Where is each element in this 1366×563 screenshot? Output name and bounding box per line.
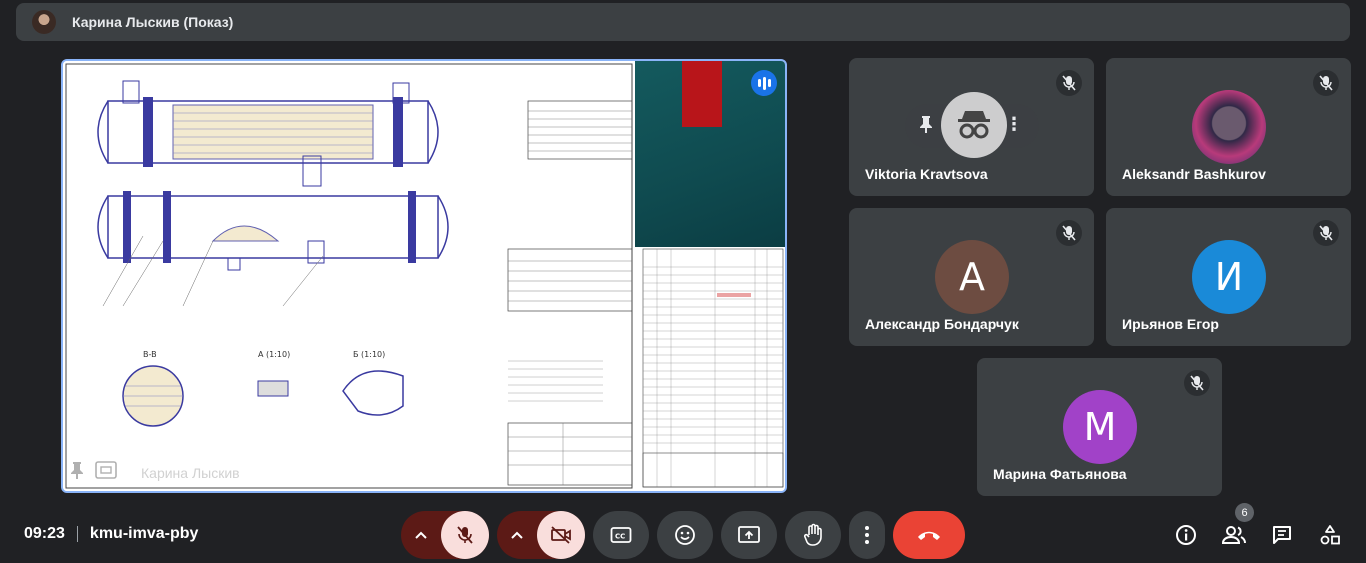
participant-initial-avatar: M	[1063, 390, 1137, 464]
presenter-name-label: Карина Лыскив	[141, 465, 240, 481]
participant-initial-avatar: И	[1192, 240, 1266, 314]
info-icon	[1176, 525, 1196, 545]
activities-icon	[1320, 525, 1340, 545]
more-options-icon[interactable]: ⋮	[1005, 114, 1023, 135]
fullscreen-icon[interactable]	[95, 461, 117, 484]
participants-count-badge: 6	[1235, 503, 1254, 522]
mic-off-icon	[1056, 70, 1082, 96]
camera-options-chevron-icon[interactable]	[497, 511, 537, 559]
presenter-title: Карина Лыскив (Показ)	[72, 14, 234, 30]
pin-icon[interactable]	[69, 461, 85, 484]
tile-hover-controls: ⋮	[905, 92, 1039, 158]
mic-off-icon	[1056, 220, 1082, 246]
divider	[76, 526, 78, 542]
participant-name: Александр Бондарчук	[865, 316, 1019, 332]
mic-off-icon	[1313, 220, 1339, 246]
meeting-details-button[interactable]	[1171, 520, 1201, 550]
chat-button[interactable]	[1267, 520, 1297, 550]
presentation-tile[interactable]: B-B A (1:10) Б (1:10) Карина Лыскив	[61, 59, 787, 493]
emoji-reactions-button[interactable]	[657, 511, 713, 559]
raise-hand-icon	[803, 523, 822, 546]
video-object	[682, 61, 722, 127]
presenter-avatar	[32, 10, 56, 34]
pin-icon[interactable]	[919, 115, 933, 138]
chat-icon	[1273, 526, 1291, 544]
clock: 09:23	[24, 525, 65, 542]
leave-call-icon	[918, 531, 940, 540]
participant-tile[interactable]: M Марина Фатьянова	[977, 358, 1222, 496]
meeting-info: 09:23 kmu-imva-pby	[24, 525, 198, 543]
participant-tile[interactable]: ⋮ Viktoria Kravtsova	[849, 58, 1094, 196]
present-icon	[738, 526, 760, 543]
participant-name: Марина Фатьянова	[993, 466, 1127, 482]
meeting-code: kmu-imva-pby	[89, 525, 199, 542]
participant-initial-avatar: A	[935, 240, 1009, 314]
svg-text:A (1:10): A (1:10)	[258, 350, 290, 359]
leave-call-button[interactable]	[893, 511, 965, 559]
specification-sheet	[635, 247, 785, 491]
presentation-tile-icons	[69, 461, 117, 484]
mic-control-group	[401, 511, 489, 559]
camera-control-group	[497, 511, 585, 559]
participant-name: Ирьянов Егор	[1122, 316, 1219, 332]
participant-photo-avatar	[1192, 90, 1266, 164]
anonymous-avatar-icon	[941, 92, 1007, 158]
present-screen-button[interactable]	[721, 511, 777, 559]
activities-button[interactable]	[1315, 520, 1345, 550]
people-button[interactable]	[1219, 520, 1249, 550]
svg-text:CC: CC	[615, 533, 625, 541]
mic-options-chevron-icon[interactable]	[401, 511, 441, 559]
mic-off-icon	[1313, 70, 1339, 96]
captions-icon: CC	[610, 527, 632, 543]
speaking-indicator-icon	[751, 70, 777, 96]
mic-off-icon	[1184, 370, 1210, 396]
svg-text:B-B: B-B	[143, 350, 157, 359]
participant-name: Viktoria Kravtsova	[865, 166, 988, 182]
participant-tile[interactable]: И Ирьянов Егор	[1106, 208, 1351, 346]
people-icon	[1221, 526, 1246, 544]
presenter-bar: Карина Лыскив (Показ)	[16, 3, 1350, 41]
participant-tile[interactable]: A Александр Бондарчук	[849, 208, 1094, 346]
engineering-drawing: B-B A (1:10) Б (1:10)	[63, 61, 635, 491]
captions-button[interactable]: CC	[593, 511, 649, 559]
mic-toggle-button[interactable]	[441, 511, 489, 559]
emoji-icon	[675, 525, 695, 545]
camera-toggle-button[interactable]	[537, 511, 585, 559]
more-icon	[865, 526, 869, 544]
participant-name: Aleksandr Bashkurov	[1122, 166, 1266, 182]
participant-tile[interactable]: Aleksandr Bashkurov	[1106, 58, 1351, 196]
more-options-button[interactable]	[849, 511, 885, 559]
svg-text:Б (1:10): Б (1:10)	[353, 350, 385, 359]
raise-hand-button[interactable]	[785, 511, 841, 559]
